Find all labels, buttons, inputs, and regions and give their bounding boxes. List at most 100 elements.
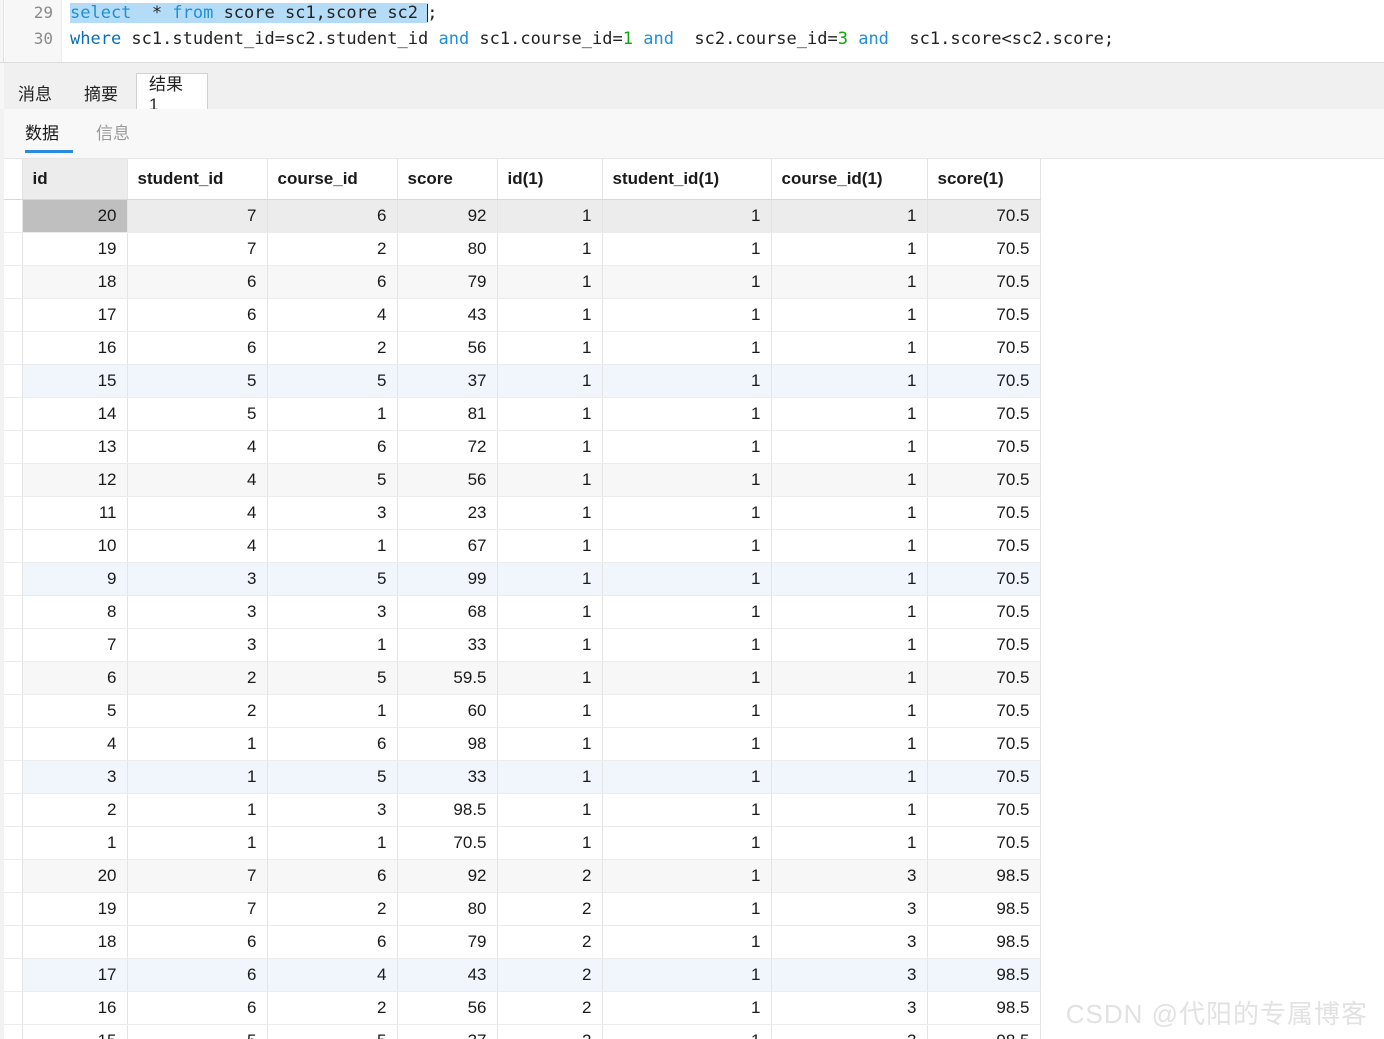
table-cell[interactable]: 1 xyxy=(771,628,928,662)
table-cell[interactable]: 1 xyxy=(602,397,772,431)
table-cell[interactable]: 70.5 xyxy=(927,826,1041,860)
table-cell[interactable]: 20 xyxy=(22,199,128,233)
sql-editor[interactable]: 29 30 select * from score sc1,score sc2 … xyxy=(0,0,1384,62)
table-row[interactable]: 16 6 2 56 1 1 1 70.5 xyxy=(4,331,1041,365)
table-cell[interactable]: 9 xyxy=(22,562,128,596)
table-row[interactable]: 2 1 3 98.5 1 1 1 70.5 xyxy=(4,793,1041,827)
table-cell[interactable]: 70.5 xyxy=(927,364,1041,398)
table-cell[interactable]: 1 xyxy=(497,595,603,629)
row-handle[interactable] xyxy=(4,991,23,1025)
table-cell[interactable]: 2 xyxy=(497,1024,603,1039)
table-cell[interactable]: 1 xyxy=(267,529,398,563)
table-cell[interactable]: 1 xyxy=(771,760,928,794)
grid-header-student-id[interactable]: student_id xyxy=(127,159,268,200)
table-cell[interactable]: 70.5 xyxy=(927,694,1041,728)
table-row[interactable]: 20 7 6 92 1 1 1 70.5 xyxy=(4,199,1041,233)
row-handle[interactable] xyxy=(4,595,23,629)
table-cell[interactable]: 98.5 xyxy=(927,958,1041,992)
table-cell[interactable]: 70.5 xyxy=(927,529,1041,563)
table-cell[interactable]: 1 xyxy=(497,529,603,563)
table-row[interactable]: 4 1 6 98 1 1 1 70.5 xyxy=(4,727,1041,761)
table-cell[interactable]: 60 xyxy=(397,694,498,728)
table-cell[interactable]: 99 xyxy=(397,562,498,596)
table-cell[interactable]: 4 xyxy=(127,529,268,563)
table-cell[interactable]: 1 xyxy=(602,298,772,332)
table-cell[interactable]: 92 xyxy=(397,859,498,893)
table-cell[interactable]: 3 xyxy=(267,496,398,530)
tab-result-1[interactable]: 结果 1 xyxy=(136,73,208,114)
table-cell[interactable]: 2 xyxy=(497,859,603,893)
table-cell[interactable]: 1 xyxy=(127,727,268,761)
grid-header-score-1[interactable]: score(1) xyxy=(927,159,1041,200)
table-cell[interactable]: 70.5 xyxy=(927,265,1041,299)
table-cell[interactable]: 3 xyxy=(267,595,398,629)
table-cell[interactable]: 1 xyxy=(497,562,603,596)
table-cell[interactable]: 6 xyxy=(127,991,268,1025)
table-cell[interactable]: 56 xyxy=(397,331,498,365)
table-cell[interactable]: 37 xyxy=(397,1024,498,1039)
table-row[interactable]: 13 4 6 72 1 1 1 70.5 xyxy=(4,430,1041,464)
row-handle[interactable] xyxy=(4,661,23,695)
table-cell[interactable]: 92 xyxy=(397,199,498,233)
table-cell[interactable]: 1 xyxy=(602,1024,772,1039)
table-cell[interactable]: 70.5 xyxy=(927,628,1041,662)
sql-code-line-29[interactable]: select * from score sc1,score sc2 ; xyxy=(70,0,438,26)
row-handle[interactable] xyxy=(4,463,23,497)
table-cell[interactable]: 56 xyxy=(397,991,498,1025)
table-cell[interactable]: 1 xyxy=(602,628,772,662)
table-cell[interactable]: 1 xyxy=(771,793,928,827)
table-cell[interactable]: 4 xyxy=(127,430,268,464)
table-cell[interactable]: 1 xyxy=(127,760,268,794)
table-cell[interactable]: 70.5 xyxy=(927,232,1041,266)
table-cell[interactable]: 5 xyxy=(127,397,268,431)
table-cell[interactable]: 1 xyxy=(267,826,398,860)
table-row[interactable]: 17 6 4 43 1 1 1 70.5 xyxy=(4,298,1041,332)
table-cell[interactable]: 5 xyxy=(267,364,398,398)
table-cell[interactable]: 1 xyxy=(771,562,928,596)
grid-header-id[interactable]: id xyxy=(22,159,128,200)
table-cell[interactable]: 3 xyxy=(267,793,398,827)
table-cell[interactable]: 6 xyxy=(127,958,268,992)
table-cell[interactable]: 33 xyxy=(397,628,498,662)
row-handle[interactable] xyxy=(4,760,23,794)
table-cell[interactable]: 2 xyxy=(267,232,398,266)
table-cell[interactable]: 6 xyxy=(267,430,398,464)
table-cell[interactable]: 79 xyxy=(397,925,498,959)
table-cell[interactable]: 1 xyxy=(771,298,928,332)
table-cell[interactable]: 2 xyxy=(267,991,398,1025)
table-cell[interactable]: 1 xyxy=(22,826,128,860)
table-cell[interactable]: 2 xyxy=(22,793,128,827)
table-cell[interactable]: 1 xyxy=(497,727,603,761)
table-cell[interactable]: 1 xyxy=(602,595,772,629)
table-cell[interactable]: 2 xyxy=(497,925,603,959)
table-cell[interactable]: 2 xyxy=(127,694,268,728)
table-cell[interactable]: 70.5 xyxy=(927,496,1041,530)
table-cell[interactable]: 1 xyxy=(602,364,772,398)
table-cell[interactable]: 3 xyxy=(22,760,128,794)
table-cell[interactable]: 1 xyxy=(602,430,772,464)
table-cell[interactable]: 37 xyxy=(397,364,498,398)
table-row[interactable]: 19 7 2 80 2 1 3 98.5 xyxy=(4,892,1041,926)
table-cell[interactable]: 1 xyxy=(602,265,772,299)
table-cell[interactable]: 56 xyxy=(397,463,498,497)
table-cell[interactable]: 18 xyxy=(22,265,128,299)
table-cell[interactable]: 2 xyxy=(497,991,603,1025)
table-cell[interactable]: 1 xyxy=(771,826,928,860)
table-cell[interactable]: 1 xyxy=(602,925,772,959)
table-row[interactable]: 15553721398.5 xyxy=(4,1024,1041,1039)
table-cell[interactable]: 3 xyxy=(771,892,928,926)
table-cell[interactable]: 6 xyxy=(127,265,268,299)
table-row[interactable]: 19 7 2 80 1 1 1 70.5 xyxy=(4,232,1041,266)
table-cell[interactable]: 3 xyxy=(771,991,928,1025)
table-cell[interactable]: 6 xyxy=(127,331,268,365)
table-cell[interactable]: 15 xyxy=(22,1024,128,1039)
table-cell[interactable]: 70.5 xyxy=(927,199,1041,233)
table-cell[interactable]: 5 xyxy=(127,364,268,398)
table-cell[interactable]: 1 xyxy=(602,892,772,926)
table-cell[interactable]: 1 xyxy=(771,265,928,299)
row-handle[interactable] xyxy=(4,496,23,530)
table-cell[interactable]: 1 xyxy=(267,397,398,431)
table-cell[interactable]: 4 xyxy=(267,958,398,992)
table-cell[interactable]: 1 xyxy=(771,331,928,365)
table-cell[interactable]: 16 xyxy=(22,991,128,1025)
